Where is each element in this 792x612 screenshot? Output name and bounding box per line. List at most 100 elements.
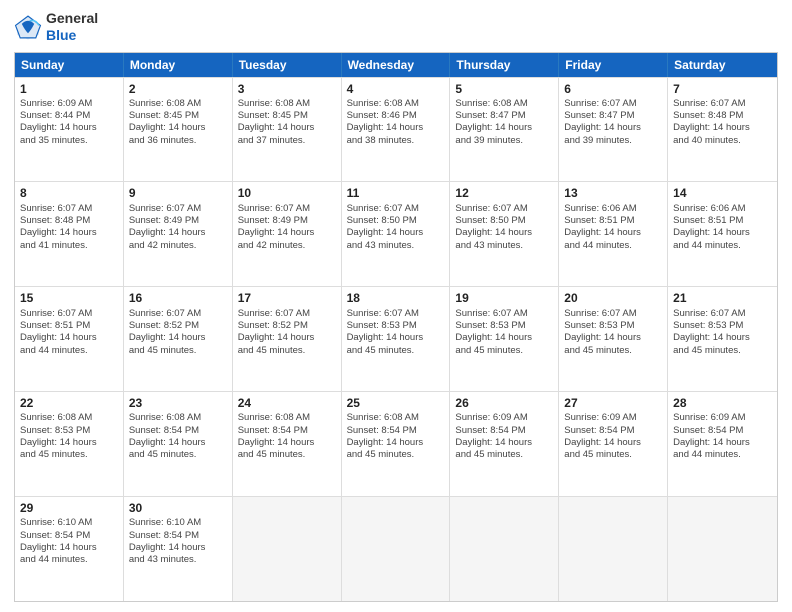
calendar-cell: 8 Sunrise: 6:07 AM Sunset: 8:48 PM Daylig… <box>15 182 124 286</box>
calendar-cell <box>342 497 451 601</box>
calendar-cell <box>668 497 777 601</box>
cell-info: Sunrise: 6:10 AM Sunset: 8:54 PM Dayligh… <box>129 517 227 566</box>
day-number: 7 <box>673 81 772 97</box>
calendar-cell: 2Sunrise: 6:08 AM Sunset: 8:45 PM Daylig… <box>124 78 233 182</box>
calendar-cell: 20 Sunrise: 6:07 AM Sunset: 8:53 PM Dayli… <box>559 287 668 391</box>
cell-info: Sunrise: 6:07 AM Sunset: 8:47 PM Dayligh… <box>564 98 662 147</box>
calendar-cell <box>559 497 668 601</box>
day-number: 2 <box>129 81 227 97</box>
logo: General Blue <box>14 10 98 44</box>
day-number: 8 <box>20 185 118 201</box>
cell-info: Sunrise: 6:07 AM Sunset: 8:50 PM Dayligh… <box>455 203 553 252</box>
day-number: 24 <box>238 395 336 411</box>
calendar-cell: 6Sunrise: 6:07 AM Sunset: 8:47 PM Daylig… <box>559 78 668 182</box>
page: General Blue SundayMondayTuesdayWednesda… <box>0 0 792 612</box>
cell-info: Sunrise: 6:07 AM Sunset: 8:49 PM Dayligh… <box>238 203 336 252</box>
calendar-cell: 11 Sunrise: 6:07 AM Sunset: 8:50 PM Dayli… <box>342 182 451 286</box>
cell-info: Sunrise: 6:08 AM Sunset: 8:54 PM Dayligh… <box>238 412 336 461</box>
day-number: 21 <box>673 290 772 306</box>
calendar-header: SundayMondayTuesdayWednesdayThursdayFrid… <box>15 53 777 77</box>
cell-info: Sunrise: 6:07 AM Sunset: 8:53 PM Dayligh… <box>455 308 553 357</box>
cell-info: Sunrise: 6:08 AM Sunset: 8:53 PM Dayligh… <box>20 412 118 461</box>
cell-info: Sunrise: 6:06 AM Sunset: 8:51 PM Dayligh… <box>673 203 772 252</box>
calendar-cell: 16Sunrise: 6:07 AM Sunset: 8:52 PM Dayli… <box>124 287 233 391</box>
cell-info: Sunrise: 6:09 AM Sunset: 8:54 PM Dayligh… <box>564 412 662 461</box>
calendar-cell: 19 Sunrise: 6:07 AM Sunset: 8:53 PM Dayli… <box>450 287 559 391</box>
cell-info: Sunrise: 6:07 AM Sunset: 8:48 PM Dayligh… <box>20 203 118 252</box>
day-number: 12 <box>455 185 553 201</box>
day-number: 5 <box>455 81 553 97</box>
calendar-cell: 25Sunrise: 6:08 AM Sunset: 8:54 PM Dayli… <box>342 392 451 496</box>
day-number: 14 <box>673 185 772 201</box>
calendar-cell: 10 Sunrise: 6:07 AM Sunset: 8:49 PM Dayli… <box>233 182 342 286</box>
day-number: 18 <box>347 290 445 306</box>
day-number: 15 <box>20 290 118 306</box>
cell-info: Sunrise: 6:08 AM Sunset: 8:46 PM Dayligh… <box>347 98 445 147</box>
calendar-cell: 18Sunrise: 6:07 AM Sunset: 8:53 PM Dayli… <box>342 287 451 391</box>
calendar-header-day: Thursday <box>450 53 559 77</box>
calendar-cell: 1Sunrise: 6:09 AM Sunset: 8:44 PM Daylig… <box>15 78 124 182</box>
cell-info: Sunrise: 6:08 AM Sunset: 8:45 PM Dayligh… <box>238 98 336 147</box>
cell-info: Sunrise: 6:07 AM Sunset: 8:53 PM Dayligh… <box>564 308 662 357</box>
calendar-cell: 23Sunrise: 6:08 AM Sunset: 8:54 PM Dayli… <box>124 392 233 496</box>
day-number: 4 <box>347 81 445 97</box>
cell-info: Sunrise: 6:09 AM Sunset: 8:54 PM Dayligh… <box>673 412 772 461</box>
calendar-header-day: Sunday <box>15 53 124 77</box>
day-number: 11 <box>347 185 445 201</box>
calendar-row: 8 Sunrise: 6:07 AM Sunset: 8:48 PM Daylig… <box>15 181 777 286</box>
cell-info: Sunrise: 6:07 AM Sunset: 8:50 PM Dayligh… <box>347 203 445 252</box>
calendar-row: 15 Sunrise: 6:07 AM Sunset: 8:51 PM Dayli… <box>15 286 777 391</box>
day-number: 3 <box>238 81 336 97</box>
day-number: 25 <box>347 395 445 411</box>
day-number: 28 <box>673 395 772 411</box>
logo-text: General Blue <box>46 10 98 44</box>
calendar-cell: 24Sunrise: 6:08 AM Sunset: 8:54 PM Dayli… <box>233 392 342 496</box>
calendar-header-day: Tuesday <box>233 53 342 77</box>
calendar-cell: 4Sunrise: 6:08 AM Sunset: 8:46 PM Daylig… <box>342 78 451 182</box>
day-number: 10 <box>238 185 336 201</box>
cell-info: Sunrise: 6:08 AM Sunset: 8:54 PM Dayligh… <box>129 412 227 461</box>
calendar-cell: 15 Sunrise: 6:07 AM Sunset: 8:51 PM Dayli… <box>15 287 124 391</box>
calendar-cell: 26Sunrise: 6:09 AM Sunset: 8:54 PM Dayli… <box>450 392 559 496</box>
day-number: 19 <box>455 290 553 306</box>
calendar-header-day: Wednesday <box>342 53 451 77</box>
calendar-cell: 17 Sunrise: 6:07 AM Sunset: 8:52 PM Dayli… <box>233 287 342 391</box>
calendar-cell: 7Sunrise: 6:07 AM Sunset: 8:48 PM Daylig… <box>668 78 777 182</box>
calendar-row: 22Sunrise: 6:08 AM Sunset: 8:53 PM Dayli… <box>15 391 777 496</box>
calendar-cell: 22Sunrise: 6:08 AM Sunset: 8:53 PM Dayli… <box>15 392 124 496</box>
day-number: 17 <box>238 290 336 306</box>
cell-info: Sunrise: 6:08 AM Sunset: 8:45 PM Dayligh… <box>129 98 227 147</box>
calendar-cell: 21Sunrise: 6:07 AM Sunset: 8:53 PM Dayli… <box>668 287 777 391</box>
logo-icon <box>14 13 42 41</box>
calendar-header-day: Friday <box>559 53 668 77</box>
calendar-row: 29Sunrise: 6:10 AM Sunset: 8:54 PM Dayli… <box>15 496 777 601</box>
day-number: 6 <box>564 81 662 97</box>
calendar-cell: 28Sunrise: 6:09 AM Sunset: 8:54 PM Dayli… <box>668 392 777 496</box>
day-number: 23 <box>129 395 227 411</box>
cell-info: Sunrise: 6:08 AM Sunset: 8:47 PM Dayligh… <box>455 98 553 147</box>
cell-info: Sunrise: 6:06 AM Sunset: 8:51 PM Dayligh… <box>564 203 662 252</box>
cell-info: Sunrise: 6:09 AM Sunset: 8:54 PM Dayligh… <box>455 412 553 461</box>
day-number: 22 <box>20 395 118 411</box>
calendar-cell: 30Sunrise: 6:10 AM Sunset: 8:54 PM Dayli… <box>124 497 233 601</box>
day-number: 26 <box>455 395 553 411</box>
calendar-body: 1Sunrise: 6:09 AM Sunset: 8:44 PM Daylig… <box>15 77 777 601</box>
calendar-cell: 27Sunrise: 6:09 AM Sunset: 8:54 PM Dayli… <box>559 392 668 496</box>
calendar: SundayMondayTuesdayWednesdayThursdayFrid… <box>14 52 778 602</box>
calendar-header-day: Saturday <box>668 53 777 77</box>
calendar-cell <box>450 497 559 601</box>
calendar-cell: 13 Sunrise: 6:06 AM Sunset: 8:51 PM Dayli… <box>559 182 668 286</box>
cell-info: Sunrise: 6:07 AM Sunset: 8:52 PM Dayligh… <box>238 308 336 357</box>
calendar-cell: 14 Sunrise: 6:06 AM Sunset: 8:51 PM Dayli… <box>668 182 777 286</box>
day-number: 27 <box>564 395 662 411</box>
cell-info: Sunrise: 6:08 AM Sunset: 8:54 PM Dayligh… <box>347 412 445 461</box>
cell-info: Sunrise: 6:10 AM Sunset: 8:54 PM Dayligh… <box>20 517 118 566</box>
day-number: 9 <box>129 185 227 201</box>
calendar-cell <box>233 497 342 601</box>
day-number: 29 <box>20 500 118 516</box>
day-number: 30 <box>129 500 227 516</box>
day-number: 16 <box>129 290 227 306</box>
day-number: 20 <box>564 290 662 306</box>
cell-info: Sunrise: 6:07 AM Sunset: 8:51 PM Dayligh… <box>20 308 118 357</box>
day-number: 13 <box>564 185 662 201</box>
